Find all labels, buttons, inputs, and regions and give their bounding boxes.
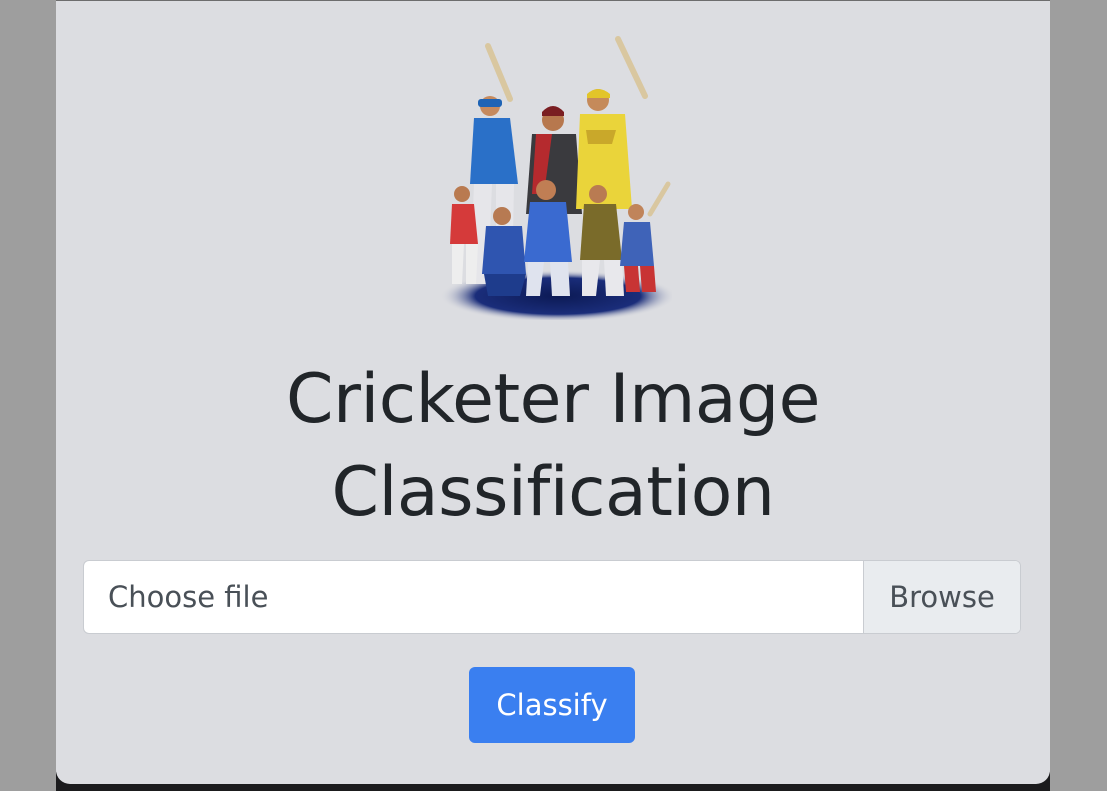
browse-button[interactable]: Browse	[863, 561, 1020, 633]
page-title: Cricketer Image Classification	[56, 353, 1050, 539]
cricketers-illustration-icon	[440, 36, 672, 320]
page-title-line-1: Cricketer Image	[285, 360, 821, 439]
classification-card: Cricketer Image Classification Choose fi…	[56, 0, 1050, 784]
file-input[interactable]: Choose file Browse	[83, 560, 1021, 634]
page: Cricketer Image Classification Choose fi…	[0, 0, 1107, 791]
classify-button[interactable]: Classify	[469, 667, 635, 743]
file-input-label[interactable]: Choose file	[108, 561, 268, 633]
page-title-line-2: Classification	[331, 453, 775, 532]
